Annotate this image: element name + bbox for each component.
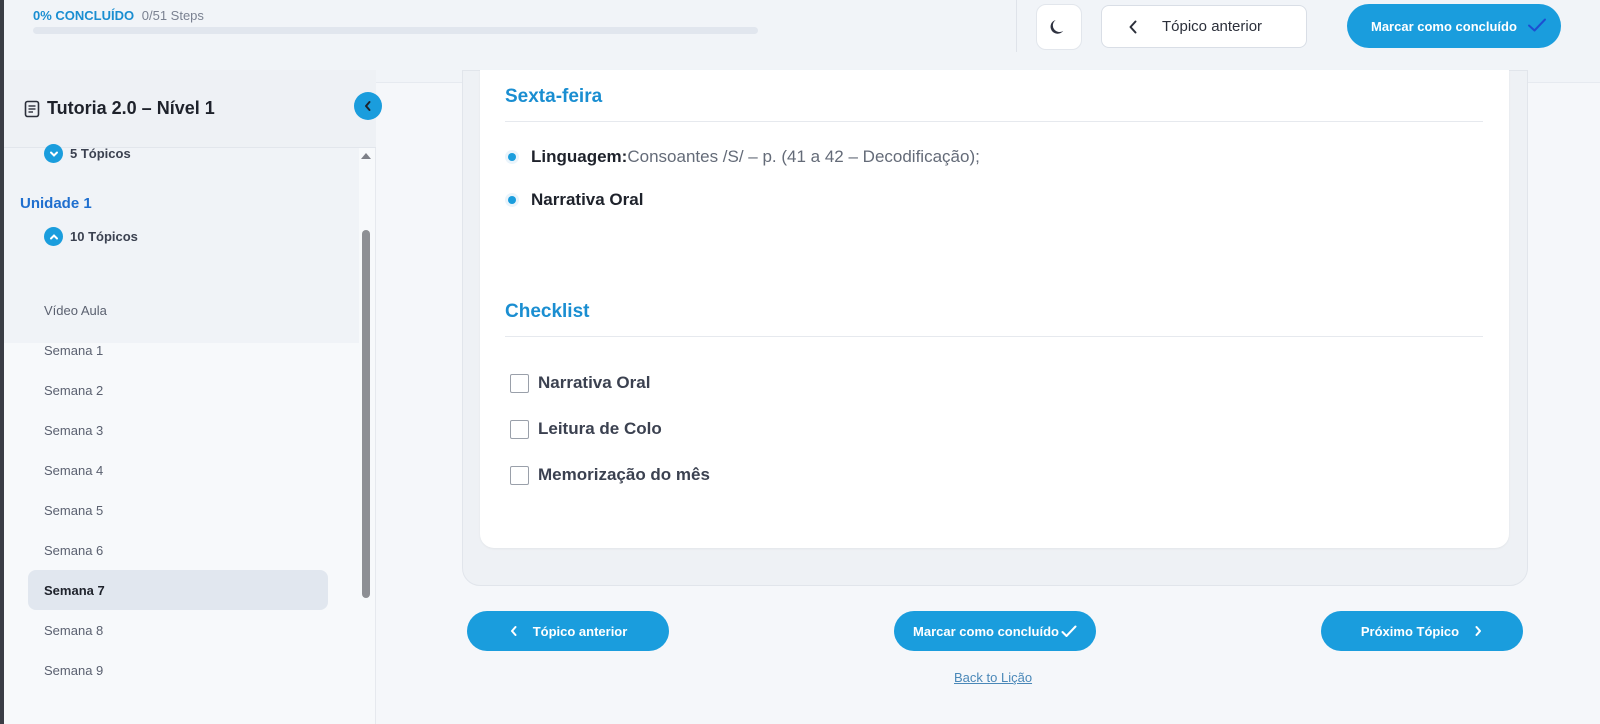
sidebar-scrollbar[interactable] bbox=[362, 230, 370, 598]
chevron-left-icon bbox=[365, 101, 371, 111]
sidebar-item-semana-5[interactable]: Semana 5 bbox=[28, 490, 328, 530]
day-title: Sexta-feira bbox=[505, 86, 603, 107]
next-topic-button[interactable]: Próximo Tópico bbox=[1321, 611, 1523, 651]
mark-complete-button[interactable]: Marcar como concluído bbox=[894, 611, 1096, 651]
bullet-bold: Narrativa Oral bbox=[531, 190, 644, 209]
progress-label: 0% CONCLUÍDO 0/51 Steps bbox=[33, 8, 204, 23]
unit-title[interactable]: Unidade 1 bbox=[20, 195, 92, 212]
checklist-item[interactable]: Narrativa Oral bbox=[510, 373, 650, 393]
previous-topic-label: Tópico anterior bbox=[1162, 18, 1263, 35]
document-icon bbox=[24, 100, 40, 118]
sidebar-item-v-deo-aula[interactable]: Vídeo Aula bbox=[28, 290, 328, 330]
course-title: Tutoria 2.0 – Nível 1 bbox=[47, 98, 215, 118]
divider bbox=[505, 336, 1483, 337]
previous-topic-button-top[interactable]: Tópico anterior bbox=[1101, 5, 1307, 48]
next-topic-label: Próximo Tópico bbox=[1360, 623, 1460, 639]
sidebar-item-semana-4[interactable]: Semana 4 bbox=[28, 450, 328, 490]
checklist-title: Checklist bbox=[505, 301, 590, 322]
chevron-left-icon bbox=[1129, 20, 1137, 33]
checklist-label: Narrativa Oral bbox=[538, 373, 651, 392]
progress-percent: 0% CONCLUÍDO bbox=[33, 8, 135, 23]
checkbox[interactable] bbox=[510, 419, 529, 439]
checkbox[interactable] bbox=[510, 373, 529, 393]
checklist-item[interactable]: Leitura de Colo bbox=[510, 419, 662, 439]
divider bbox=[1016, 0, 1017, 52]
previous-topic-button[interactable]: Tópico anterior bbox=[467, 611, 669, 651]
mark-complete-label: Marcar como concluído bbox=[913, 623, 1059, 639]
sidebar-item-semana-2[interactable]: Semana 2 bbox=[28, 370, 328, 410]
prev-section-topics-label: 5 Tópicos bbox=[70, 146, 131, 161]
sidebar-item-semana-7[interactable]: Semana 7 bbox=[28, 570, 328, 610]
checklist-label: Leitura de Colo bbox=[538, 419, 662, 438]
mark-complete-button-top[interactable]: Marcar como concluído bbox=[1347, 4, 1561, 48]
unit-topics-label: 10 Tópicos bbox=[70, 229, 138, 244]
course-sidebar: Tutoria 2.0 – Nível 1 5 Tópicos Unidade … bbox=[4, 70, 382, 724]
prev-section-topics-toggle[interactable]: 5 Tópicos bbox=[44, 144, 131, 163]
check-icon bbox=[1061, 625, 1077, 637]
chevron-left-icon bbox=[510, 626, 517, 636]
bullet-bold: Linguagem: bbox=[531, 147, 628, 166]
sidebar-item-semana-6[interactable]: Semana 6 bbox=[28, 530, 328, 570]
progress-steps: 0/51 Steps bbox=[141, 8, 204, 23]
sidebar-item-semana-8[interactable]: Semana 8 bbox=[28, 610, 328, 650]
progress-bar bbox=[33, 27, 758, 34]
check-icon bbox=[1528, 18, 1546, 32]
checklist-item[interactable]: Memorização do mês bbox=[510, 465, 710, 485]
collapse-sidebar-button[interactable] bbox=[354, 92, 382, 120]
mark-complete-label: Marcar como concluído bbox=[1371, 18, 1517, 34]
bullet-dot-icon bbox=[505, 193, 519, 207]
sidebar-item-semana-3[interactable]: Semana 3 bbox=[28, 410, 328, 450]
chevron-down-icon bbox=[49, 151, 58, 157]
chevron-right-icon bbox=[1475, 626, 1482, 636]
dark-mode-toggle[interactable] bbox=[1036, 4, 1082, 50]
lesson-list: Vídeo Aula Semana 1 Semana 2 Semana 3 Semana… bbox=[28, 290, 328, 690]
bullet-item: Narrativa Oral bbox=[505, 190, 643, 210]
sidebar-header: Tutoria 2.0 – Nível 1 bbox=[4, 70, 376, 148]
bullet-item: Linguagem: Consoantes /S/ – p. (41 a 42 … bbox=[505, 147, 980, 167]
checkbox[interactable] bbox=[510, 465, 529, 485]
bullet-text: Consoantes /S/ – p. (41 a 42 – Decodific… bbox=[627, 147, 980, 166]
sidebar-item-semana-9[interactable]: Semana 9 bbox=[28, 650, 328, 690]
previous-topic-label: Tópico anterior bbox=[532, 623, 628, 639]
scroll-up-arrow[interactable] bbox=[360, 152, 372, 160]
chevron-up-icon bbox=[49, 233, 58, 239]
divider bbox=[505, 121, 1483, 122]
checklist-label: Memorização do mês bbox=[538, 465, 710, 484]
bullet-dot-icon bbox=[505, 150, 519, 164]
unit-topics-toggle[interactable]: 10 Tópicos bbox=[44, 227, 138, 246]
back-to-lesson-link[interactable]: Back to Lição bbox=[954, 670, 1032, 685]
sidebar-item-semana-1[interactable]: Semana 1 bbox=[28, 330, 328, 370]
moon-icon bbox=[1050, 19, 1064, 34]
content-card: Sexta-feira Linguagem: Consoantes /S/ – … bbox=[480, 70, 1509, 548]
